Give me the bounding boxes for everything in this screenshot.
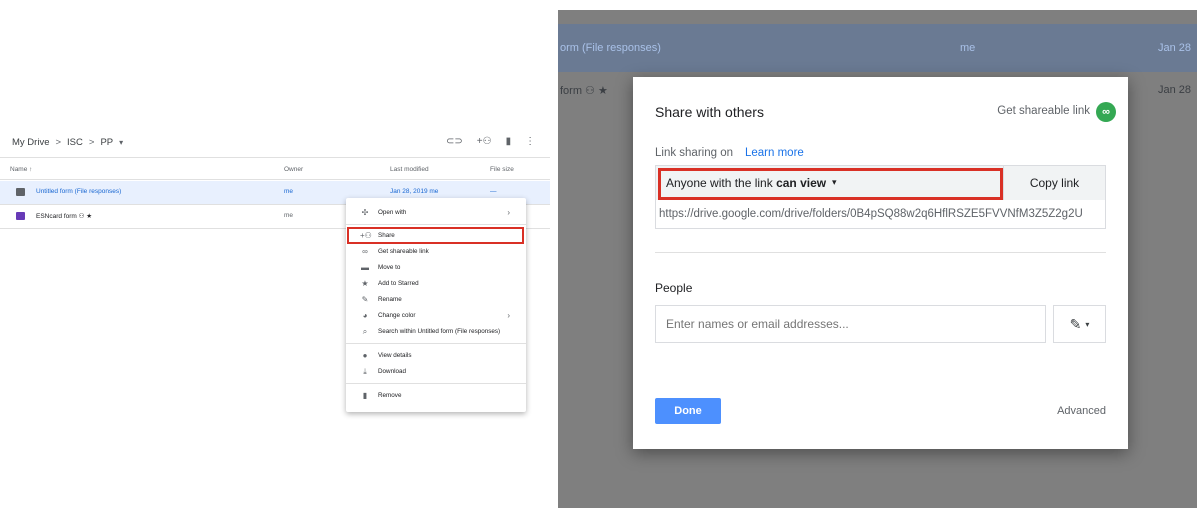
breadcrumb-separator: > [55, 137, 62, 148]
chevron-down-icon: ▾ [1085, 320, 1090, 330]
done-button[interactable]: Done [655, 398, 721, 424]
column-divider [0, 179, 550, 180]
menu-divider [346, 343, 526, 344]
rename-icon: ✎ [361, 295, 369, 304]
drive-file-list-panel: My Drive > ISC > PP ▾ ⊂⊃ +⚇ ▮ ⋮ Name ↑ O… [0, 0, 558, 508]
header-divider [0, 157, 550, 158]
background-file-name: orm (File responses) [560, 42, 661, 54]
menu-item-open-with[interactable]: ✣ Open with › [346, 206, 526, 220]
column-header-name[interactable]: Name ↑ [10, 166, 32, 173]
breadcrumb-isc[interactable]: ISC [67, 137, 83, 148]
menu-divider [346, 383, 526, 384]
menu-divider [346, 224, 526, 225]
download-icon: ⤓ [363, 367, 367, 376]
breadcrumb-separator: > [88, 137, 95, 148]
trash-icon: ▮ [362, 391, 368, 400]
share-url-field[interactable]: https://drive.google.com/drive/folders/0… [656, 201, 1108, 228]
file-name: ESNcard form ⚇ ★ [36, 213, 93, 220]
menu-item-remove[interactable]: ▮ Remove [346, 389, 526, 403]
chevron-down-icon[interactable]: ▾ [119, 138, 123, 147]
link-icon[interactable]: ∞ [1096, 102, 1116, 122]
share-highlight-box [347, 227, 524, 244]
file-toolbar: ⊂⊃ +⚇ ▮ ⋮ [446, 136, 535, 147]
menu-item-change-color[interactable]: ◕ Change color › [346, 309, 526, 323]
people-label: People [655, 281, 693, 295]
dialog-divider [655, 252, 1106, 253]
people-input[interactable] [655, 305, 1046, 343]
background-file-name: form ⚇ ★ [560, 85, 608, 97]
menu-item-search-within[interactable]: ⌕ Search within Untitled form (File resp… [346, 325, 526, 339]
chevron-right-icon: › [507, 208, 510, 217]
menu-item-get-link[interactable]: ∞ Get shareable link [346, 245, 526, 259]
copy-link-button[interactable]: Copy link [1003, 166, 1105, 200]
info-icon: ● [362, 351, 368, 360]
background-file-date: Jan 28 [1158, 84, 1192, 96]
file-owner: me [284, 188, 294, 195]
chevron-right-icon: › [507, 311, 510, 320]
background-file-owner: me [960, 42, 976, 54]
open-with-icon: ✣ [361, 208, 369, 217]
search-icon: ⌕ [362, 327, 368, 336]
file-owner: me [284, 212, 294, 219]
link-icon[interactable]: ⊂⊃ [446, 136, 463, 147]
link-icon: ∞ [362, 247, 368, 256]
column-header-owner: Owner [284, 166, 304, 173]
permission-dropdown[interactable]: ✎ ▾ [1053, 305, 1106, 343]
column-header-modified[interactable]: Last modified [390, 166, 429, 173]
menu-item-add-starred[interactable]: ★ Add to Starred [346, 277, 526, 291]
star-icon: ★ [361, 279, 369, 288]
form-icon [16, 212, 25, 220]
learn-more-link[interactable]: Learn more [745, 147, 804, 159]
file-size: — [490, 188, 497, 195]
breadcrumb-my-drive[interactable]: My Drive [12, 137, 49, 148]
folder-move-icon: ▬ [361, 263, 369, 272]
pencil-icon: ✎ [1069, 316, 1082, 332]
add-person-icon[interactable]: +⚇ [477, 136, 492, 147]
link-sharing-status: Link sharing on [655, 147, 733, 159]
folder-icon [16, 188, 25, 196]
file-name: Untitled form (File responses) [36, 188, 122, 195]
breadcrumb-pp[interactable]: PP [100, 137, 113, 148]
menu-item-download[interactable]: ⤓ Download [346, 365, 526, 379]
more-vert-icon[interactable]: ⋮ [525, 136, 535, 147]
trash-icon[interactable]: ▮ [506, 136, 512, 147]
menu-item-rename[interactable]: ✎ Rename [346, 293, 526, 307]
background-file-date: Jan 28 [1158, 42, 1192, 54]
dialog-title: Share with others [655, 104, 764, 120]
access-highlight-box [658, 168, 1003, 200]
menu-item-view-details[interactable]: ● View details [346, 349, 526, 363]
column-header-size: File size [490, 166, 514, 173]
advanced-link[interactable]: Advanced [1057, 405, 1106, 417]
file-modified: Jan 28, 2019 me [390, 188, 439, 195]
share-dialog: Share with others Get shareable link ∞ L… [633, 77, 1128, 449]
menu-item-move-to[interactable]: ▬ Move to [346, 261, 526, 275]
get-shareable-link[interactable]: Get shareable link [997, 105, 1090, 117]
palette-icon: ◕ [362, 311, 368, 320]
breadcrumb: My Drive > ISC > PP ▾ [12, 137, 123, 148]
